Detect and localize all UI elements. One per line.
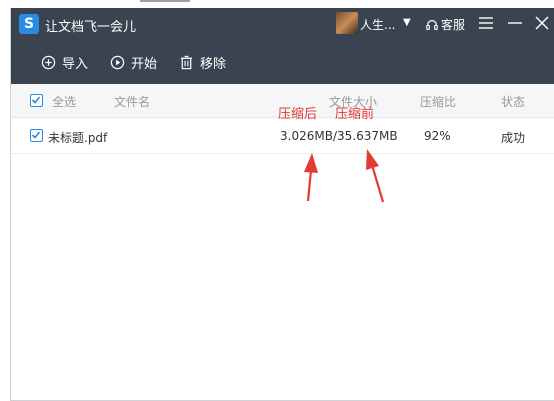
file-name: 未标题.pdf [48,131,108,145]
status-text: 成功 [501,131,526,145]
close-icon[interactable] [534,15,550,31]
select-all-label[interactable]: 全选 [52,93,76,110]
import-button[interactable]: 导入 [41,53,89,72]
checkbox-icon [31,96,41,104]
column-header-status: 状态 [501,95,526,109]
menu-icon[interactable] [478,15,494,31]
file-size: 3.026MB/35.637MB [280,129,398,143]
column-header-ratio: 压缩比 [420,95,457,109]
remove-label: 移除 [200,56,227,72]
background-fragment [140,0,190,2]
column-header-file-name: 文件名 [114,95,151,109]
start-label: 开始 [131,56,158,72]
select-all-checkbox[interactable] [30,94,43,107]
app-logo-icon: S [19,14,39,34]
app-window: S 让文档飞一会儿 人生... ▼ 客服 导入 开始 移除 全选 文件名 文件大… [10,8,554,401]
annotation-after-label: 压缩后 [278,107,318,122]
headset-icon [426,19,438,30]
row-checkbox[interactable] [30,129,43,142]
chevron-down-icon[interactable]: ▼ [403,17,411,28]
import-label: 导入 [62,56,89,72]
plus-circle-icon [41,55,56,69]
user-name[interactable]: 人生... [360,16,395,33]
annotation-before-label: 压缩前 [335,107,375,122]
checkbox-icon [31,131,41,139]
app-title: 让文档飞一会儿 [45,20,137,35]
compression-ratio: 92% [424,129,451,143]
table-row[interactable]: 未标题.pdf 3.026MB/35.637MB 92% 成功 [11,118,554,154]
remove-button[interactable]: 移除 [179,53,227,72]
start-button[interactable]: 开始 [110,53,158,72]
support-button[interactable]: 客服 [425,16,465,33]
title-bar: S 让文档飞一会儿 人生... ▼ 客服 [11,8,554,40]
toolbar: 导入 开始 移除 [11,40,554,84]
play-circle-icon [110,55,125,69]
minimize-icon[interactable] [507,15,523,31]
support-label: 客服 [441,18,466,32]
trash-icon [180,55,193,69]
avatar[interactable] [336,12,358,34]
